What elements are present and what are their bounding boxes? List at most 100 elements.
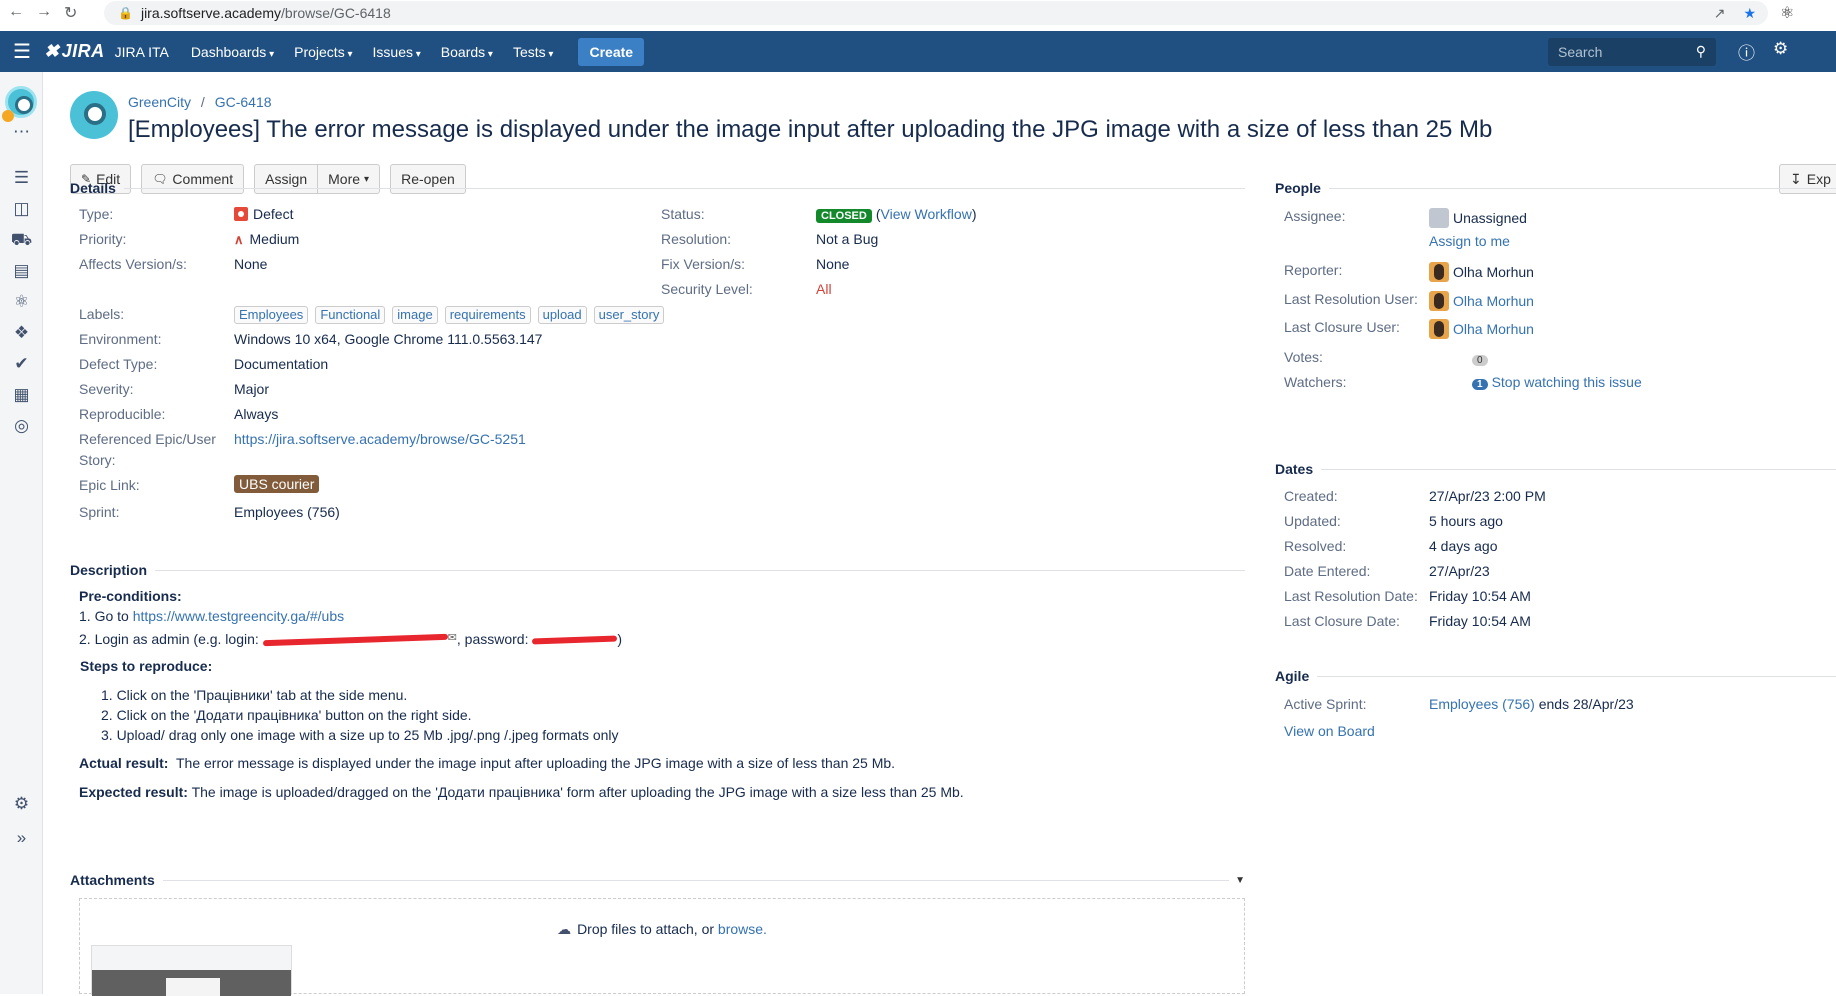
active-sprint-link[interactable]: Employees (756) (1429, 696, 1535, 712)
breadcrumb-project[interactable]: GreenCity (128, 94, 191, 110)
description-heading-text: Description (70, 562, 148, 578)
jira-logo[interactable]: ✖ JIRA (44, 41, 105, 62)
type-label: Type: (79, 206, 114, 222)
cloud-upload-icon: ☁ (557, 921, 572, 937)
votes-value[interactable]: 0 (1472, 350, 1488, 366)
label-tag[interactable]: image (392, 306, 438, 324)
app-name[interactable]: JIRA ITA (115, 44, 169, 60)
actual-result-text: The error message is displayed under the… (176, 755, 896, 771)
settings-gear-icon[interactable]: ⚙ (1773, 39, 1788, 64)
apps-grid-icon[interactable]: ▦ (0, 385, 43, 405)
view-workflow-link[interactable]: View Workflow (881, 206, 972, 222)
last-closure-user-text: Olha Morhun (1453, 321, 1534, 337)
label-tag[interactable]: user_story (593, 306, 665, 324)
people-heading-text: People (1275, 180, 1321, 196)
preconditions-heading: Pre-conditions: (79, 588, 182, 604)
step2-mid: , password: (456, 631, 533, 647)
bookmark-star-icon[interactable]: ★ (1743, 5, 1756, 22)
back-icon[interactable]: ← (8, 3, 24, 23)
status-badge: CLOSED (816, 209, 872, 223)
view-on-board-link[interactable]: View on Board (1284, 723, 1375, 739)
watchers-value: 1 Stop watching this issue (1472, 374, 1642, 390)
reload-icon[interactable]: ↻ (64, 3, 77, 23)
reports-icon[interactable]: ▤ (0, 261, 43, 281)
sprint-value: Employees (756) (234, 504, 340, 520)
ref-epic-label: Referenced Epic/User (79, 431, 216, 447)
project-logo[interactable] (70, 91, 118, 139)
last-resolution-user-value[interactable]: Olha Morhun (1429, 291, 1534, 311)
priority-medium-icon: ∧ (234, 232, 244, 247)
mail-icon: ✉ (447, 632, 457, 644)
updated-label: Updated: (1284, 513, 1341, 529)
details-heading-text: Details (70, 180, 116, 196)
project-settings-icon[interactable]: ⚙ (0, 794, 43, 814)
support-icon[interactable]: ◎ (0, 416, 43, 436)
steps-heading: Steps to reproduce: (80, 658, 212, 674)
extensions-icon[interactable]: ⚛ (1780, 3, 1794, 23)
tests-icon[interactable]: ✔ (0, 354, 43, 374)
menu-dashboards[interactable]: Dashboards (191, 44, 274, 60)
releases-icon[interactable]: ⛟ (0, 230, 43, 252)
watchers-count[interactable]: 1 (1472, 379, 1488, 390)
menu-projects[interactable]: Projects (294, 44, 352, 60)
details-heading: Details (70, 180, 1245, 196)
forward-icon[interactable]: → (36, 3, 52, 23)
attachment-thumbnail[interactable] (91, 945, 292, 996)
details-rule (123, 187, 1245, 189)
defect-icon (234, 207, 248, 221)
label-tag[interactable]: upload (537, 306, 587, 324)
assign-to-me-link[interactable]: Assign to me (1429, 233, 1510, 249)
jira-logo-text: JIRA (61, 41, 105, 61)
votes-label: Votes: (1284, 349, 1323, 365)
address-bar[interactable]: 🔒 jira.softserve.academy /browse/GC-6418… (104, 1, 1768, 25)
redacted-login (262, 634, 448, 647)
resolution-label: Resolution: (661, 231, 732, 247)
steps-heading-text: Steps to reproduce: (80, 658, 213, 674)
board-icon[interactable]: ◫ (0, 199, 43, 219)
issue-title[interactable]: [Employees] The error message is display… (128, 116, 1492, 144)
last-closure-date-value: Friday 10:54 AM (1429, 613, 1531, 629)
testgreencity-link[interactable]: https://www.testgreencity.ga/#/ubs (133, 608, 344, 624)
expected-result-text: The image is uploaded/dragged on the 'До… (191, 784, 964, 800)
epic-lozenge[interactable]: UBS courier (234, 475, 320, 493)
resolved-label: Resolved: (1284, 538, 1347, 554)
browse-link[interactable]: browse. (718, 921, 767, 937)
backlog-icon[interactable]: ☰ (0, 168, 43, 188)
epic-link-value: UBS courier (234, 475, 320, 493)
components-icon[interactable]: ❖ (0, 323, 43, 343)
ref-epic-link[interactable]: https://jira.softserve.academy/browse/GC… (234, 431, 526, 447)
severity-value: Major (234, 381, 270, 397)
expand-sidebar-icon[interactable]: » (0, 828, 43, 848)
jira-logo-icon: ✖ (44, 41, 60, 61)
type-value: Defect (234, 206, 293, 222)
menu-boards[interactable]: Boards (441, 44, 493, 60)
step2-end: ) (617, 631, 623, 647)
more-icon[interactable]: ⋯ (0, 122, 43, 142)
label-tag[interactable]: requirements (444, 306, 531, 324)
dates-heading: Dates (1275, 461, 1836, 477)
search-input[interactable]: Search ⚲ (1548, 37, 1716, 66)
stop-watching-link[interactable]: Stop watching this issue (1492, 374, 1642, 390)
avatar (1429, 319, 1449, 339)
breadcrumb-issue-key[interactable]: GC-6418 (215, 94, 272, 110)
repro-step-2: 2. Click on the 'Додати працівника' butt… (101, 707, 472, 723)
attachment-dropzone[interactable]: ☁ Drop files to attach, or browse. (79, 898, 1245, 996)
attachments-heading-text: Attachments (70, 872, 155, 888)
last-closure-user-value[interactable]: Olha Morhun (1429, 319, 1534, 339)
search-icon: ⚲ (1695, 43, 1706, 59)
last-closure-user-label: Last Closure User: (1284, 319, 1400, 335)
breadcrumb-separator: / (200, 94, 205, 110)
share-icon[interactable]: ↗ (1714, 5, 1726, 22)
issues-icon[interactable]: ⚛ (0, 292, 43, 312)
app-switcher-icon[interactable]: ☰ (0, 39, 44, 64)
label-tag[interactable]: Employees (234, 306, 309, 324)
menu-tests[interactable]: Tests (513, 44, 554, 60)
menu-issues[interactable]: Issues (373, 44, 421, 60)
label-tag[interactable]: Functional (315, 306, 386, 324)
help-icon[interactable]: ⓘ (1738, 39, 1755, 64)
attachments-options-icon[interactable]: ▼ (1235, 875, 1245, 886)
create-button[interactable]: Create (578, 37, 645, 66)
date-entered-value: 27/Apr/23 (1429, 563, 1490, 579)
priority-text: Medium (249, 231, 300, 247)
reporter-label: Reporter: (1284, 262, 1343, 278)
